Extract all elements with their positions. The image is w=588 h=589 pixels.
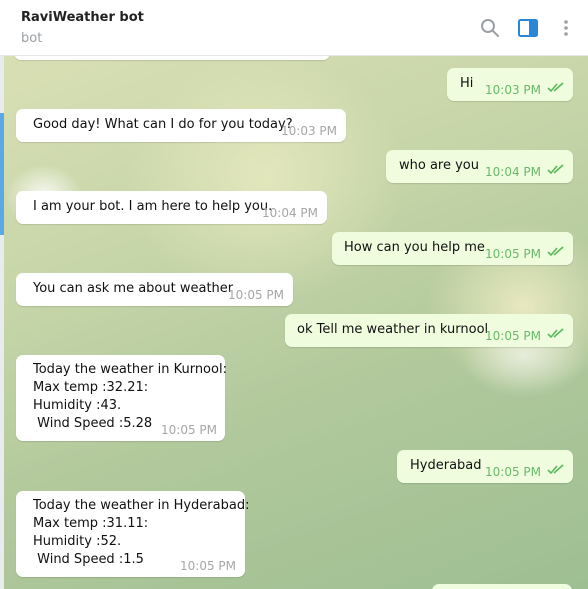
message-text: Hyderabad [410, 458, 482, 473]
message-bubble-incoming[interactable]: Today the weather in Hyderabad: Max temp… [16, 491, 249, 577]
message-bubble-outgoing[interactable]: Hyderabad 10:05 PM [397, 450, 573, 483]
sidebar-toggle-icon[interactable] [516, 16, 540, 40]
read-ticks-icon [547, 328, 564, 339]
message-time: 10:05 PM [485, 247, 541, 261]
message-bubble-incoming[interactable]: Today the weather in Kurnool: Max temp :… [16, 355, 227, 441]
message-text: I am your bot. I am here to help you. [33, 199, 273, 214]
search-icon[interactable] [478, 16, 502, 40]
message-time: 10:05 PM [485, 465, 541, 479]
message-bubble-outgoing[interactable]: Hi 10:03 PM [447, 68, 573, 101]
message-text: who are you [399, 158, 479, 173]
left-edge-panel [0, 56, 4, 589]
message-bubble-outgoing[interactable]: ok Tell me weather in kurnool 10:05 PM [285, 314, 573, 347]
chat-subtitle: bot [21, 31, 43, 46]
message-text: You can ask me about weather [33, 281, 234, 296]
message-text: How can you help me [344, 240, 485, 255]
message-time: 10:05 PM [228, 288, 284, 302]
chat-header: RaviWeather bot bot [0, 0, 588, 56]
message-time: 10:04 PM [485, 165, 541, 179]
message-time: 10:04 PM [262, 206, 318, 220]
read-ticks-icon [547, 464, 564, 475]
read-ticks-icon [547, 164, 564, 175]
message-bubble-outgoing[interactable]: who are you 10:04 PM [386, 150, 573, 183]
chat-history[interactable]: Hi 10:03 PM Good day! What can I do for … [4, 56, 588, 589]
active-indicator [0, 113, 4, 235]
chat-title[interactable]: RaviWeather bot [21, 10, 144, 25]
message-bubble-incoming[interactable]: I am your bot. I am here to help you. 10… [16, 191, 327, 224]
message-text: ok Tell me weather in kurnool [297, 322, 489, 337]
message-bubble-partial [14, 56, 330, 60]
message-text: Good day! What can I do for you today? [33, 117, 293, 132]
message-bubble-partial [432, 584, 572, 589]
message-time: 10:05 PM [180, 559, 236, 573]
message-text: Hi [460, 76, 474, 91]
message-bubble-incoming[interactable]: You can ask me about weather 10:05 PM [16, 273, 293, 306]
message-time: 10:05 PM [161, 423, 217, 437]
message-bubble-incoming[interactable]: Good day! What can I do for you today? 1… [16, 109, 346, 142]
message-bubble-outgoing[interactable]: How can you help me 10:05 PM [332, 232, 573, 265]
read-ticks-icon [547, 82, 564, 93]
message-time: 10:03 PM [281, 124, 337, 138]
read-ticks-icon [547, 246, 564, 257]
message-time: 10:03 PM [485, 83, 541, 97]
more-vertical-icon[interactable] [554, 16, 578, 40]
message-time: 10:05 PM [485, 329, 541, 343]
